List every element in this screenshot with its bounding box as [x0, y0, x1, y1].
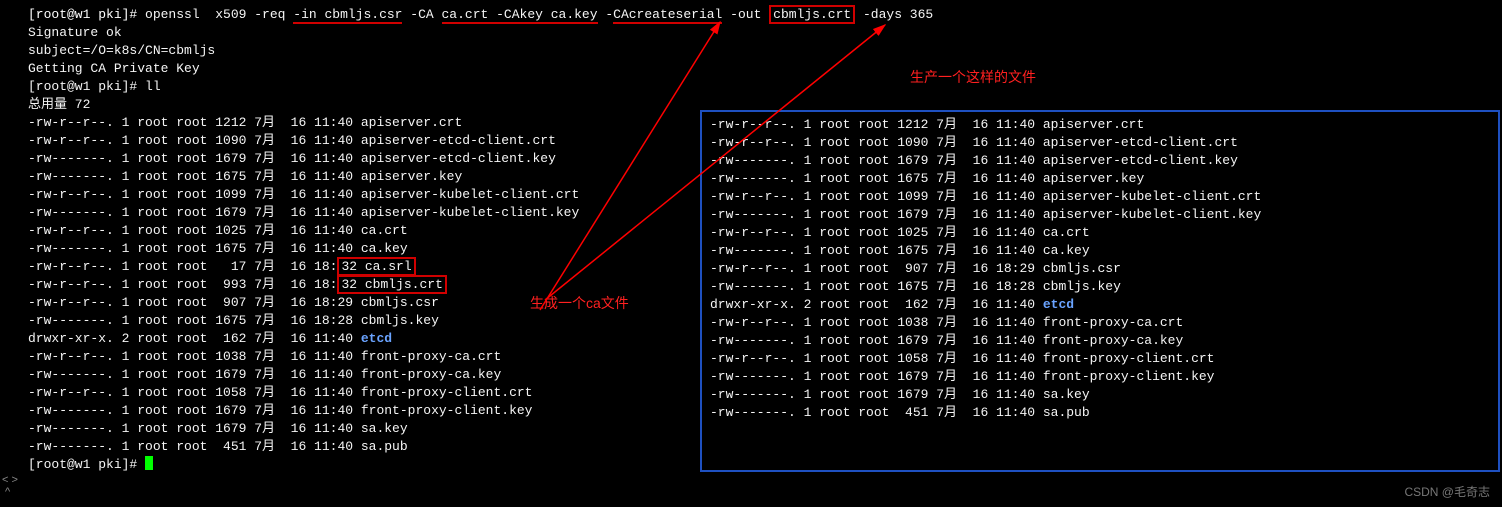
prompt-text: [root@w1 pki]#	[28, 7, 145, 22]
file-row: -rw-------. 1 root root 1679 7月 16 11:40…	[28, 421, 408, 436]
scroll-indicator[interactable]: < > ^	[2, 474, 18, 498]
prompt-line: [root@w1 pki]# ll	[28, 79, 161, 94]
cmd-ca: ca.crt -CAkey ca.key	[442, 7, 598, 24]
file-row: -rw-------. 1 root root 1679 7月 16 11:40…	[28, 367, 501, 382]
file-row: -rw-r--r--. 1 root root 907 7月 16 18:29 …	[28, 295, 439, 310]
file-row: -rw-r--r--. 1 root root 1025 7月 16 11:40…	[28, 223, 408, 238]
file-row: -rw-------. 1 root root 1675 7月 16 11:40…	[710, 171, 1144, 186]
file-row: -rw-r--r--. 1 root root 907 7月 16 18:29 …	[710, 261, 1121, 276]
file-row: -rw-------. 1 root root 1675 7月 16 11:40…	[28, 169, 462, 184]
file-row-etcd: drwxr-xr-x. 2 root root 162 7月 16 11:40 …	[710, 297, 1074, 312]
file-row-etcd: drwxr-xr-x. 2 root root 162 7月 16 11:40 …	[28, 331, 392, 346]
file-row-ca-srl: -rw-r--r--. 1 root root 17 7月 16 18:32 c…	[28, 257, 416, 276]
out-line: Getting CA Private Key	[28, 61, 200, 76]
file-row: -rw-------. 1 root root 1675 7月 16 18:28…	[28, 313, 439, 328]
file-row: -rw-------. 1 root root 1679 7月 16 11:40…	[710, 333, 1183, 348]
annotation-file: 生产一个这样的文件	[910, 68, 1036, 86]
cmd-out: cbmljs.crt	[769, 5, 855, 24]
file-row: -rw-r--r--. 1 root root 1038 7月 16 11:40…	[710, 315, 1183, 330]
cmd-prefix: openssl x509 -req	[145, 7, 293, 22]
file-row: -rw-r--r--. 1 root root 1099 7月 16 11:40…	[710, 189, 1261, 204]
prompt-line: [root@w1 pki]#	[28, 457, 153, 472]
file-row: -rw-------. 1 root root 1679 7月 16 11:40…	[28, 205, 579, 220]
file-row: -rw-------. 1 root root 1675 7月 16 11:40…	[28, 241, 408, 256]
file-row: -rw-r--r--. 1 root root 1038 7月 16 11:40…	[28, 349, 501, 364]
file-row: -rw-r--r--. 1 root root 1212 7月 16 11:40…	[28, 115, 462, 130]
file-row: -rw-r--r--. 1 root root 1058 7月 16 11:40…	[710, 351, 1214, 366]
cmd-in: -in cbmljs.csr	[293, 7, 402, 24]
file-row: -rw-------. 1 root root 1679 7月 16 11:40…	[710, 387, 1090, 402]
cmd-serial: CAcreateserial	[613, 7, 722, 24]
file-row: -rw-------. 1 root root 1679 7月 16 11:40…	[710, 207, 1261, 222]
file-row: -rw-------. 1 root root 451 7月 16 11:40 …	[710, 405, 1090, 420]
out-line: 总用量 72	[28, 97, 90, 112]
file-row: -rw-------. 1 root root 451 7月 16 11:40 …	[28, 439, 408, 454]
file-row-cbmljs-crt: -rw-r--r--. 1 root root 993 7月 16 18:32 …	[28, 275, 447, 294]
file-row: -rw-------. 1 root root 1675 7月 16 11:40…	[710, 243, 1090, 258]
file-row: -rw-------. 1 root root 1679 7月 16 11:40…	[28, 151, 556, 166]
file-row: -rw-------. 1 root root 1679 7月 16 11:40…	[28, 403, 532, 418]
file-row: -rw-r--r--. 1 root root 1058 7月 16 11:40…	[28, 385, 532, 400]
file-row: -rw-r--r--. 1 root root 1099 7月 16 11:40…	[28, 187, 579, 202]
file-row: -rw-r--r--. 1 root root 1025 7月 16 11:40…	[710, 225, 1090, 240]
file-row: -rw-------. 1 root root 1679 7月 16 11:40…	[710, 369, 1214, 384]
file-row: -rw-r--r--. 1 root root 1090 7月 16 11:40…	[28, 133, 556, 148]
annotation-ca: 生成一个ca文件	[530, 294, 629, 312]
compare-panel: -rw-r--r--. 1 root root 1212 7月 16 11:40…	[700, 110, 1500, 472]
file-row: -rw-r--r--. 1 root root 1212 7月 16 11:40…	[710, 117, 1144, 132]
watermark: CSDN @毛奇志	[1404, 483, 1490, 501]
out-line: Signature ok	[28, 25, 122, 40]
file-row: -rw-------. 1 root root 1675 7月 16 18:28…	[710, 279, 1121, 294]
file-row: -rw-------. 1 root root 1679 7月 16 11:40…	[710, 153, 1238, 168]
prompt-line: [root@w1 pki]# openssl x509 -req -in cbm…	[28, 5, 933, 24]
file-row: -rw-r--r--. 1 root root 1090 7月 16 11:40…	[710, 135, 1238, 150]
out-line: subject=/O=k8s/CN=cbmljs	[28, 43, 215, 58]
cursor	[145, 456, 153, 470]
